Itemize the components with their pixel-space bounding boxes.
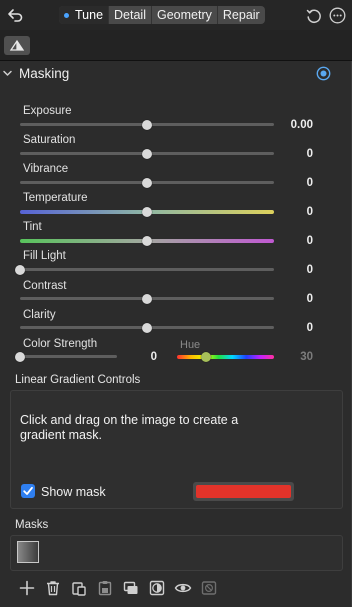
invert-icon[interactable] xyxy=(148,579,166,597)
clear-mask-icon[interactable] xyxy=(200,579,218,597)
saturation-label: Saturation xyxy=(23,134,76,146)
temperature-value[interactable]: 0 xyxy=(273,206,313,218)
tab-geometry[interactable]: Geometry xyxy=(152,6,218,24)
saturation-value[interactable]: 0 xyxy=(273,148,313,160)
duplicate-icon[interactable] xyxy=(122,579,140,597)
add-icon[interactable] xyxy=(18,579,36,597)
color-strength-label: Color Strength xyxy=(23,338,98,350)
chevron-down-icon[interactable] xyxy=(2,68,13,79)
active-dot-icon xyxy=(64,12,69,18)
hue-value[interactable]: 30 xyxy=(282,351,313,363)
exposure-value[interactable]: 0.00 xyxy=(273,119,313,131)
checkmark-icon xyxy=(23,486,33,495)
tint-value[interactable]: 0 xyxy=(273,235,313,247)
fill-light-value[interactable]: 0 xyxy=(273,264,313,276)
color-strength-slider-track[interactable] xyxy=(20,355,117,358)
gradient-instructions: Click and drag on the image to create a … xyxy=(20,413,239,442)
hue-slider-thumb[interactable] xyxy=(201,352,211,362)
back-arrow-icon[interactable] xyxy=(6,6,24,24)
temperature-slider-thumb[interactable] xyxy=(142,207,152,217)
tab-tune[interactable]: Tune xyxy=(59,6,110,24)
vibrance-value[interactable]: 0 xyxy=(273,177,313,189)
trash-icon[interactable] xyxy=(44,579,62,597)
gradient-tool-icon xyxy=(9,39,25,51)
vibrance-slider-thumb[interactable] xyxy=(142,178,152,188)
mask-color-fill xyxy=(196,485,291,498)
vibrance-label: Vibrance xyxy=(23,163,69,175)
hue-label: Hue xyxy=(180,339,201,351)
tint-slider-thumb[interactable] xyxy=(142,236,152,246)
clarity-label: Clarity xyxy=(23,309,56,321)
linear-gradient-tool-button[interactable] xyxy=(4,36,30,55)
masks-title: Masks xyxy=(15,519,49,531)
tab-geometry-label: Geometry xyxy=(157,8,212,22)
fill-light-slider-track[interactable] xyxy=(20,268,274,271)
mask-color-swatch[interactable] xyxy=(193,482,294,501)
fill-light-slider-thumb[interactable] xyxy=(15,265,25,275)
temperature-label: Temperature xyxy=(23,192,88,204)
show-mask-checkbox[interactable] xyxy=(21,484,35,498)
tab-detail[interactable]: Detail xyxy=(109,6,152,24)
show-mask-label[interactable]: Show mask xyxy=(41,485,106,499)
reset-icon[interactable] xyxy=(305,7,323,25)
mask-thumbnail[interactable] xyxy=(17,541,39,563)
masks-list xyxy=(10,535,343,571)
target-icon[interactable] xyxy=(316,66,331,81)
saturation-slider-thumb[interactable] xyxy=(142,149,152,159)
tab-repair-label: Repair xyxy=(222,8,260,22)
tab-detail-label: Detail xyxy=(114,8,146,22)
adjustment-tabs: Tune Detail Geometry Repair xyxy=(59,6,265,24)
clarity-value[interactable]: 0 xyxy=(273,322,313,334)
tab-repair[interactable]: Repair xyxy=(218,6,265,24)
paste-icon[interactable] xyxy=(96,579,114,597)
color-strength-value[interactable]: 0 xyxy=(120,351,157,363)
exposure-slider-thumb[interactable] xyxy=(142,120,152,130)
fill-light-label: Fill Light xyxy=(23,250,66,262)
color-strength-slider-thumb[interactable] xyxy=(15,352,25,362)
secondary-toolbar xyxy=(0,30,352,61)
eye-icon[interactable] xyxy=(174,579,192,597)
hue-slider-track[interactable] xyxy=(177,355,274,359)
contrast-label: Contrast xyxy=(23,280,67,292)
contrast-value[interactable]: 0 xyxy=(273,293,313,305)
tint-label: Tint xyxy=(23,221,42,233)
clarity-slider-thumb[interactable] xyxy=(142,323,152,333)
panel-title: Masking xyxy=(19,66,70,81)
tab-tune-label: Tune xyxy=(75,8,104,22)
contrast-slider-thumb[interactable] xyxy=(142,294,152,304)
linear-gradient-controls-title: Linear Gradient Controls xyxy=(15,374,141,386)
exposure-label: Exposure xyxy=(23,105,72,117)
more-options-icon[interactable] xyxy=(329,7,346,24)
copy-icon[interactable] xyxy=(70,579,88,597)
